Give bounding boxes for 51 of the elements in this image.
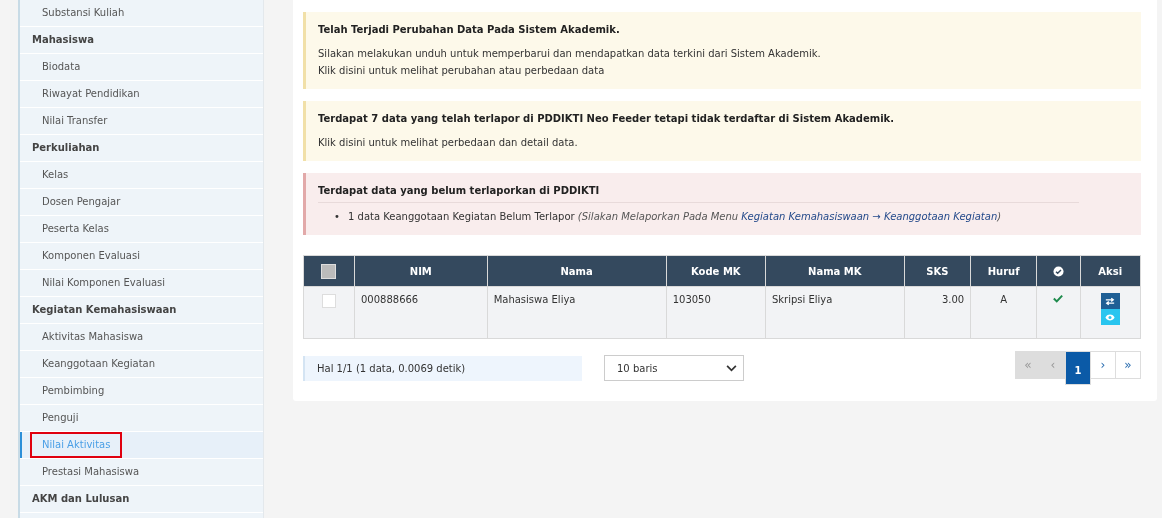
column-header: Aksi: [1080, 255, 1141, 287]
alert-title: Terdapat data yang belum terlaporkan di PDDIKTI: [318, 185, 601, 196]
sidebar-item[interactable]: Riwayat Pendidikan: [20, 81, 263, 108]
bullet-marker: •: [334, 210, 341, 224]
pagination-button[interactable]: 1: [1065, 351, 1091, 385]
sidebar-item[interactable]: Nilai Transfer: [20, 108, 263, 135]
alert-list-item: 1 data Keanggotaan Kegiatan Belum Terlapor (Silakan Melaporkan Pada Menu Kegiatan Kemahasiswaan → Keanggotaan Kegiatan): [348, 210, 1002, 224]
sidebar-item[interactable]: Substansi Kuliah: [20, 0, 263, 27]
sidebar-item[interactable]: Kelas: [20, 162, 263, 189]
alert-text: Klik disini untuk melihat perubahan atau perbedaan data: [318, 64, 606, 78]
table-cell: Mahasiswa Eliya: [487, 286, 667, 339]
page-size-select[interactable]: 10 baris: [604, 355, 744, 381]
sidebar-item[interactable]: Biodata: [20, 54, 263, 81]
pagination-button[interactable]: ›: [1090, 351, 1116, 379]
table-cell: 103050: [666, 286, 766, 339]
page-info: Hal 1/1 (1 data, 0.0069 detik): [303, 355, 582, 381]
row-checkbox[interactable]: [322, 294, 336, 308]
sidebar-item[interactable]: Keanggotaan Kegiatan: [20, 351, 263, 378]
sidebar-group-heading: Kegiatan Kemahasiswaan: [20, 297, 263, 324]
sidebar-group-heading: AKM dan Lulusan: [20, 486, 263, 513]
column-header: SKS: [904, 255, 971, 287]
table-cell: Skripsi Eliya: [765, 286, 905, 339]
column-header: Huruf: [970, 255, 1037, 287]
sidebar-group-heading: Perkuliahan: [20, 135, 263, 162]
sidebar-item[interactable]: Aktivitas Mahasiswa: [20, 324, 263, 351]
column-header: Kode MK: [666, 255, 766, 287]
alert-text: Silakan melakukan unduh untuk memperbarui dan mendapatkan data terkini dari Sistem Akademik.: [318, 47, 822, 61]
column-header: Nama MK: [765, 255, 905, 287]
sidebar-group-heading: Mahasiswa: [20, 27, 263, 54]
check-circle-icon: [1052, 265, 1064, 277]
chevron-down-icon: [726, 364, 737, 372]
sidebar-item[interactable]: Pembimbing: [20, 378, 263, 405]
sidebar-item[interactable]: Nilai Komponen Evaluasi: [20, 270, 263, 297]
alert-title: Terdapat 7 data yang telah terlapor di PDDIKTI Neo Feeder tetapi tidak terdaftar di Sistem Akademik.: [318, 113, 896, 124]
table-cell: 3.00: [904, 286, 971, 339]
pagination-button[interactable]: »: [1115, 351, 1141, 379]
eye-icon: [1105, 313, 1116, 321]
alert-title: Telah Terjadi Perubahan Data Pada Sistem Akademik.: [318, 24, 621, 35]
swap-arrows-icon: [1105, 296, 1116, 306]
column-header: Nama: [487, 255, 667, 287]
table-cell: 000888666: [354, 286, 488, 339]
menu-link[interactable]: Kegiatan Kemahasiswaan → Keanggotaan Kegiatan: [741, 211, 998, 222]
sidebar-item[interactable]: Dosen Pengajar: [20, 189, 263, 216]
alert-text: Klik disini untuk melihat perbedaan dan detail data.: [318, 136, 579, 150]
sidebar-item[interactable]: Prestasi Mahasiswa: [20, 459, 263, 486]
select-all-checkbox[interactable]: [321, 263, 337, 279]
sidebar-item[interactable]: Peserta Kelas: [20, 216, 263, 243]
sidebar-item[interactable]: Komponen Evaluasi: [20, 243, 263, 270]
column-header: NIM: [354, 255, 488, 287]
table-cell: A: [970, 286, 1037, 339]
swap-button[interactable]: [1100, 293, 1120, 309]
